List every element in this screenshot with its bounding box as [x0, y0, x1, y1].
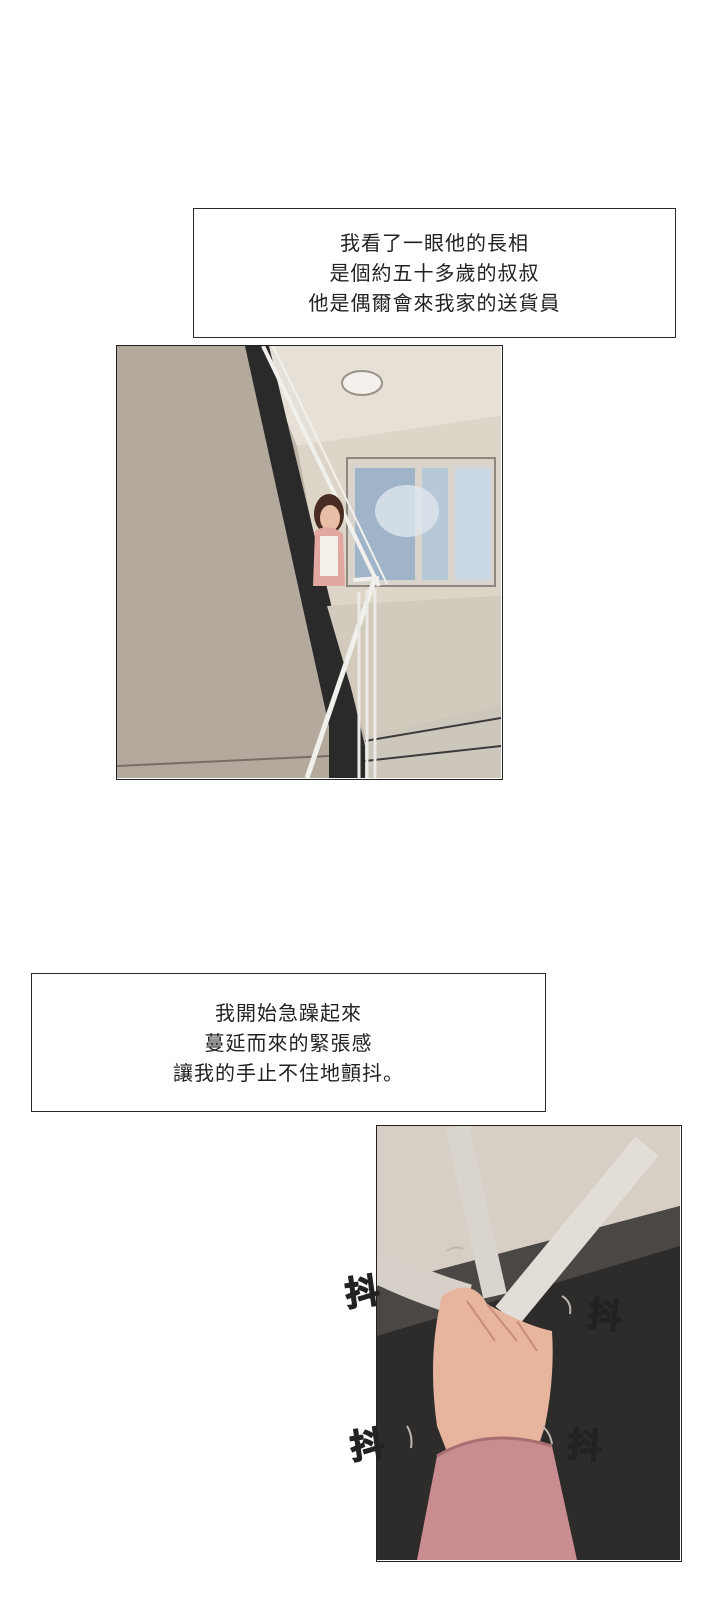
- staircase-panel: [116, 345, 503, 780]
- staircase-illustration: [117, 346, 501, 778]
- caption-line: 是個約五十多歲的叔叔: [329, 261, 540, 285]
- caption-line: 蔓延而來的緊張感: [204, 1030, 373, 1055]
- trembling-hand-panel: [376, 1125, 682, 1562]
- sound-effect-text: 抖: [566, 1424, 604, 1468]
- sound-effect-text: 抖: [585, 1294, 624, 1339]
- caption-line: 讓我的手止不住地顫抖。: [173, 1060, 404, 1085]
- sound-effect-text: 抖: [342, 1270, 383, 1316]
- hand-illustration: [377, 1126, 680, 1560]
- sound-effect-text: 抖: [347, 1423, 388, 1469]
- caption-box-1: 我看了一眼他的長相 是個約五十多歲的叔叔 他是偶爾會來我家的送貨員: [193, 208, 676, 338]
- caption-line: 他是偶爾會來我家的送貨員: [308, 291, 561, 315]
- caption-line: 我看了一眼他的長相: [340, 231, 529, 255]
- caption-line: 我開始急躁起來: [215, 1000, 362, 1025]
- caption-box-2: 我開始急躁起來 蔓延而來的緊張感 讓我的手止不住地顫抖。: [31, 973, 546, 1112]
